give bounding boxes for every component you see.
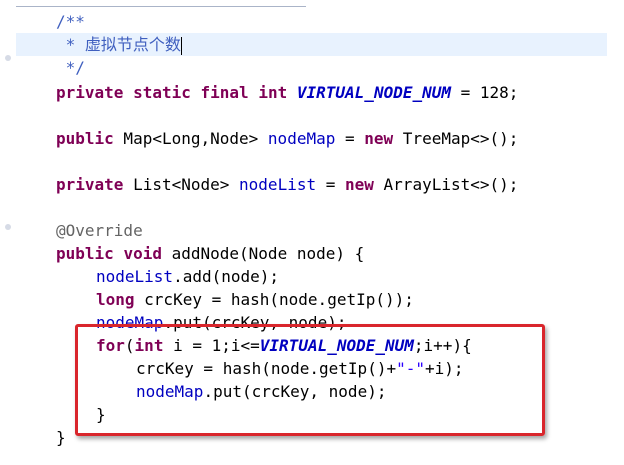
code-line: long crcKey = hash(node.getIp());	[96, 288, 414, 311]
text-caret	[180, 36, 182, 55]
code-token: nodeMap	[267, 129, 336, 148]
code-token: .put(crcKey, node);	[203, 382, 387, 401]
code-token: void	[123, 244, 162, 263]
gutter-fold-marker[interactable]	[5, 55, 11, 61]
code-token: * 虚拟节点个数	[56, 35, 181, 54]
code-token: =	[335, 129, 365, 148]
code-line: nodeMap.put(crcKey, node);	[136, 380, 386, 403]
code-token: }	[56, 428, 66, 447]
code-token: "-"	[396, 359, 425, 378]
code-token: addNode(Node node) {	[161, 244, 365, 263]
code-token: +i);	[425, 359, 464, 378]
code-token: final	[200, 83, 249, 102]
code-token: ;i++){	[413, 336, 472, 355]
code-token: =	[316, 175, 345, 194]
code-line: nodeMap.put(crcKey, node);	[96, 311, 346, 334]
code-line: private List<Node> nodeList = new ArrayL…	[56, 173, 518, 196]
code-token: }	[96, 405, 106, 424]
code-line: @Override	[56, 219, 143, 242]
code-line: crcKey = hash(node.getIp()+"-"+i);	[136, 357, 464, 380]
code-editor[interactable]: /** * 虚拟节点个数 */ private static final int …	[0, 0, 624, 465]
code-line: * 虚拟节点个数	[56, 33, 182, 56]
code-token: Map<Long,Node>	[113, 129, 268, 148]
code-token: new	[364, 129, 394, 148]
code-token: i = 1;i<=	[163, 336, 260, 355]
code-token: /**	[56, 12, 85, 31]
code-token: int	[258, 83, 288, 102]
code-token: */	[56, 58, 85, 77]
code-token: public	[56, 129, 114, 148]
editor-top-rule	[16, 6, 306, 7]
code-line: public Map<Long,Node> nodeMap = new Tree…	[56, 127, 518, 150]
code-line: */	[56, 56, 85, 79]
code-token: = 128;	[451, 83, 519, 102]
code-token: VIRTUAL_NODE_NUM	[259, 336, 414, 355]
code-token: .put(crcKey, node);	[163, 313, 347, 332]
code-token: (	[124, 336, 135, 355]
code-line: public void addNode(Node node) {	[56, 242, 364, 265]
code-token: @Override	[56, 221, 143, 240]
code-token: public	[56, 244, 114, 263]
code-line: }	[56, 426, 66, 449]
code-line: }	[96, 403, 106, 426]
code-token: private	[56, 83, 124, 102]
code-token: .add(node);	[173, 267, 280, 286]
code-token: nodeList	[96, 267, 174, 286]
code-line: nodeList.add(node);	[96, 265, 279, 288]
code-token: int	[134, 336, 164, 355]
code-token: for	[96, 336, 125, 355]
code-token: VIRTUAL_NODE_NUM	[296, 83, 451, 102]
code-token: nodeMap	[96, 313, 164, 332]
code-token: static	[133, 83, 191, 102]
code-token: long	[96, 290, 135, 309]
code-token: new	[345, 175, 374, 194]
gutter-fold-marker[interactable]	[5, 224, 11, 230]
code-line: /**	[56, 10, 85, 33]
code-token: nodeMap	[136, 382, 204, 401]
code-token: List<Node>	[123, 175, 240, 194]
code-token: private	[56, 175, 124, 194]
code-token: crcKey = hash(node.getIp());	[134, 290, 414, 309]
code-token: nodeList	[239, 175, 317, 194]
code-token: TreeMap<>();	[393, 129, 519, 148]
code-token: crcKey = hash(node.getIp()+	[136, 359, 397, 378]
code-line: private static final int VIRTUAL_NODE_NU…	[56, 81, 518, 104]
code-token: ArrayList<>();	[373, 175, 519, 194]
code-line: for(int i = 1;i<=VIRTUAL_NODE_NUM;i++){	[96, 334, 472, 357]
